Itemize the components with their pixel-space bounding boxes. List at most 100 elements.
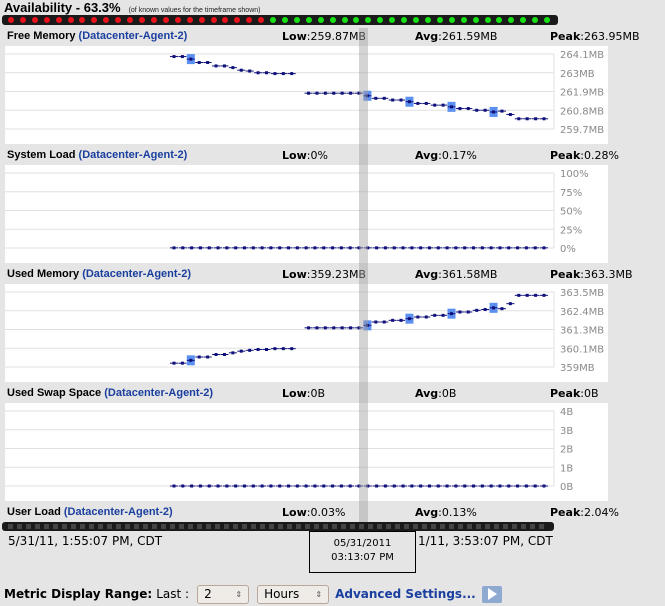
data-point[interactable]: [401, 484, 405, 488]
data-point[interactable]: [450, 312, 453, 316]
data-point[interactable]: [454, 246, 458, 250]
data-point[interactable]: [480, 246, 484, 250]
data-point[interactable]: [273, 347, 277, 351]
data-point[interactable]: [392, 484, 396, 488]
data-point[interactable]: [480, 484, 484, 488]
data-point[interactable]: [498, 246, 502, 250]
data-point[interactable]: [222, 353, 226, 356]
data-point[interactable]: [281, 347, 285, 351]
data-point[interactable]: [475, 308, 479, 312]
data-point[interactable]: [516, 246, 520, 250]
data-point[interactable]: [197, 355, 201, 359]
data-point[interactable]: [366, 246, 370, 250]
data-point[interactable]: [542, 246, 546, 250]
data-point[interactable]: [322, 246, 326, 250]
data-point[interactable]: [222, 64, 226, 68]
data-point[interactable]: [315, 91, 319, 95]
data-point[interactable]: [445, 484, 449, 488]
data-point[interactable]: [500, 109, 504, 113]
data-point[interactable]: [383, 246, 387, 250]
data-point[interactable]: [489, 246, 493, 250]
data-point[interactable]: [304, 246, 308, 250]
data-point[interactable]: [172, 55, 176, 59]
data-point[interactable]: [416, 101, 420, 105]
data-point[interactable]: [534, 293, 538, 297]
data-point[interactable]: [383, 484, 387, 488]
data-point[interactable]: [198, 246, 202, 250]
data-point[interactable]: [507, 246, 511, 250]
availability-up-dot[interactable]: [472, 17, 479, 23]
data-point[interactable]: [525, 293, 529, 297]
data-point[interactable]: [214, 353, 218, 356]
data-point[interactable]: [427, 246, 431, 250]
data-point[interactable]: [181, 246, 185, 250]
data-point[interactable]: [339, 246, 343, 250]
availability-up-dot[interactable]: [401, 17, 408, 23]
availability-up-dot[interactable]: [389, 17, 396, 23]
data-point[interactable]: [500, 307, 504, 311]
timeline-slider[interactable]: [2, 522, 554, 531]
data-point[interactable]: [492, 110, 496, 114]
availability-down-dot[interactable]: [55, 17, 62, 23]
data-point[interactable]: [436, 246, 440, 250]
availability-down-dot[interactable]: [258, 17, 265, 23]
data-point[interactable]: [340, 326, 344, 330]
data-point[interactable]: [251, 246, 255, 250]
availability-up-dot[interactable]: [413, 17, 420, 23]
data-point[interactable]: [206, 61, 210, 65]
data-point[interactable]: [507, 484, 511, 488]
data-point[interactable]: [466, 107, 470, 111]
data-point[interactable]: [304, 484, 308, 488]
data-point[interactable]: [349, 91, 353, 95]
data-point[interactable]: [198, 484, 202, 488]
data-point[interactable]: [382, 96, 386, 100]
availability-up-dot[interactable]: [341, 17, 348, 23]
data-point[interactable]: [172, 246, 176, 250]
availability-down-dot[interactable]: [115, 17, 122, 23]
data-point[interactable]: [214, 64, 218, 68]
data-point[interactable]: [197, 61, 201, 65]
data-point[interactable]: [313, 246, 317, 250]
data-point[interactable]: [419, 484, 423, 488]
availability-down-dot[interactable]: [139, 17, 146, 23]
data-point[interactable]: [424, 315, 428, 319]
data-point[interactable]: [458, 310, 462, 314]
data-point[interactable]: [332, 326, 336, 330]
data-point[interactable]: [410, 246, 414, 250]
availability-down-dot[interactable]: [210, 17, 217, 23]
data-point[interactable]: [357, 484, 361, 488]
data-point[interactable]: [290, 72, 294, 76]
data-point[interactable]: [207, 484, 211, 488]
unit-select[interactable]: Hours ⇕: [257, 584, 330, 604]
data-point[interactable]: [357, 246, 361, 250]
data-point[interactable]: [533, 246, 537, 250]
data-point[interactable]: [248, 69, 252, 73]
data-point[interactable]: [180, 361, 184, 365]
data-point[interactable]: [410, 484, 414, 488]
data-point[interactable]: [375, 246, 379, 250]
data-point[interactable]: [265, 348, 268, 351]
data-point[interactable]: [427, 484, 431, 488]
data-point[interactable]: [365, 94, 369, 98]
data-point[interactable]: [508, 302, 512, 306]
data-point[interactable]: [231, 351, 235, 355]
availability-up-dot[interactable]: [496, 17, 503, 23]
availability-up-dot[interactable]: [270, 17, 277, 23]
data-point[interactable]: [331, 246, 335, 250]
availability-down-dot[interactable]: [222, 17, 229, 23]
data-point[interactable]: [348, 484, 352, 488]
data-point[interactable]: [357, 326, 361, 330]
data-point[interactable]: [189, 57, 193, 61]
availability-down-dot[interactable]: [174, 17, 181, 23]
advanced-settings-link[interactable]: Advanced Settings...: [335, 587, 476, 601]
data-point[interactable]: [483, 308, 487, 311]
data-point[interactable]: [466, 310, 470, 314]
data-point[interactable]: [458, 107, 462, 111]
data-point[interactable]: [323, 326, 327, 330]
data-point[interactable]: [181, 484, 185, 488]
data-point[interactable]: [281, 72, 285, 76]
go-button[interactable]: [481, 585, 502, 603]
availability-up-dot[interactable]: [460, 17, 467, 23]
availability-up-dot[interactable]: [317, 17, 324, 23]
agent-link[interactable]: (Datacenter-Agent-2): [64, 506, 173, 518]
